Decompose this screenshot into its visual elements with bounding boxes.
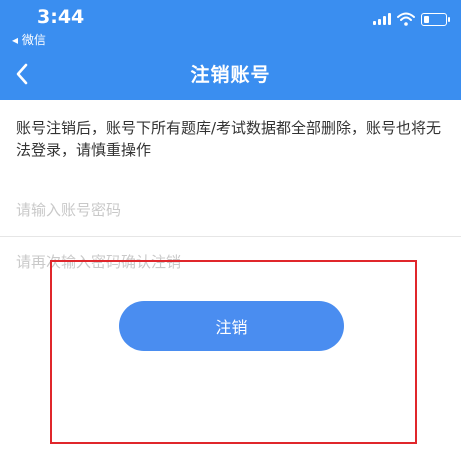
battery-icon: [421, 12, 450, 26]
signal-icon: [373, 13, 391, 25]
password-field: [0, 184, 461, 237]
password-input[interactable]: [16, 184, 436, 236]
annotation-highlight-box: [50, 260, 417, 444]
app-header: 3:44 ◂ 微信 注销账号: [0, 0, 461, 100]
wifi-icon: [397, 12, 415, 26]
page-title: 注销账号: [190, 64, 271, 86]
cancel-account-button[interactable]: 注销: [119, 301, 344, 351]
cancellation-warning-text: 账号注销后，账号下所有题库/考试数据都全部删除，账号也将无法登录，请慎重操作: [16, 119, 442, 159]
status-icons: [373, 12, 450, 26]
back-to-wechat-link[interactable]: ◂ 微信: [12, 31, 46, 48]
status-time: 3:44: [37, 6, 85, 28]
